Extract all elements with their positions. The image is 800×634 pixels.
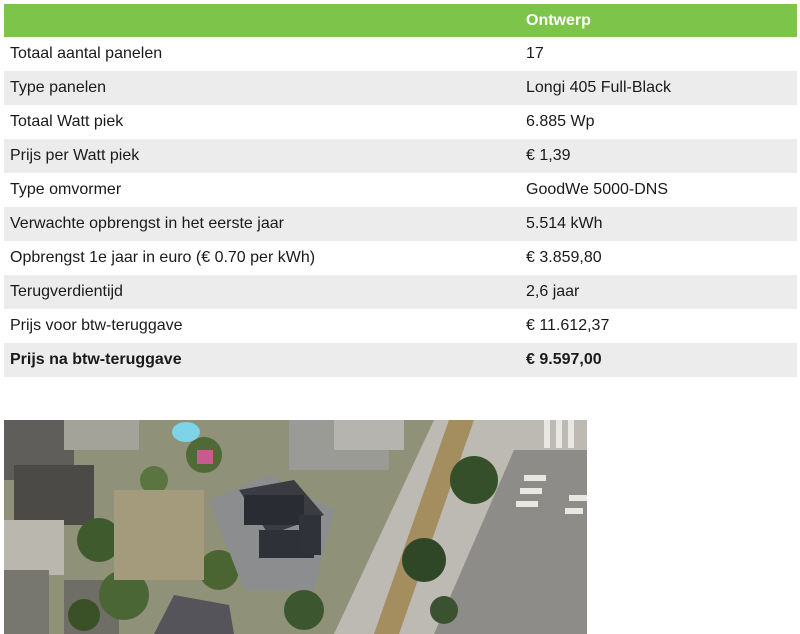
table-row: Verwachte opbrengst in het eerste jaar 5… (4, 207, 797, 241)
row-label: Type panelen (10, 79, 107, 96)
row-label: Prijs per Watt piek (10, 147, 140, 164)
row-value: 17 (526, 45, 544, 62)
table-row: Terugverdientijd 2,6 jaar (4, 275, 797, 309)
row-label: Totaal Watt piek (10, 113, 124, 130)
table-row: Opbrengst 1e jaar in euro (€ 0.70 per kW… (4, 241, 797, 275)
table-row: Prijs per Watt piek € 1,39 (4, 139, 797, 173)
table-row-total: Prijs na btw-teruggave € 9.597,00 (4, 343, 797, 377)
row-label: Verwachte opbrengst in het eerste jaar (10, 215, 284, 232)
row-value: € 9.597,00 (526, 351, 602, 368)
aerial-photo (4, 420, 587, 634)
row-value: 6.885 Wp (526, 113, 595, 130)
row-label: Type omvormer (10, 181, 122, 198)
aerial-photo-illustration (4, 420, 587, 634)
table-row: Prijs voor btw-teruggave € 11.612,37 (4, 309, 797, 343)
table-header: Ontwerp (4, 4, 797, 37)
row-label: Opbrengst 1e jaar in euro (€ 0.70 per kW… (10, 249, 316, 266)
row-label: Prijs voor btw-teruggave (10, 317, 183, 334)
row-value: 2,6 jaar (526, 283, 580, 300)
row-value: € 11.612,37 (526, 317, 610, 334)
row-value: € 1,39 (526, 147, 571, 164)
row-value: Longi 405 Full-Black (526, 79, 671, 96)
table-row: Type omvormer GoodWe 5000-DNS (4, 173, 797, 207)
design-table: Ontwerp Totaal aantal panelen 17 Type pa… (4, 4, 797, 377)
table-row: Totaal aantal panelen 17 (4, 37, 797, 71)
row-label: Terugverdientijd (10, 283, 123, 300)
table-row: Totaal Watt piek 6.885 Wp (4, 105, 797, 139)
row-label: Totaal aantal panelen (10, 45, 163, 62)
row-value: 5.514 kWh (526, 215, 603, 232)
table-row: Type panelen Longi 405 Full-Black (4, 71, 797, 105)
header-cell-design: Ontwerp (526, 11, 591, 29)
row-value: GoodWe 5000-DNS (526, 181, 668, 198)
row-value: € 3.859,80 (526, 249, 602, 266)
row-label: Prijs na btw-teruggave (10, 351, 182, 368)
